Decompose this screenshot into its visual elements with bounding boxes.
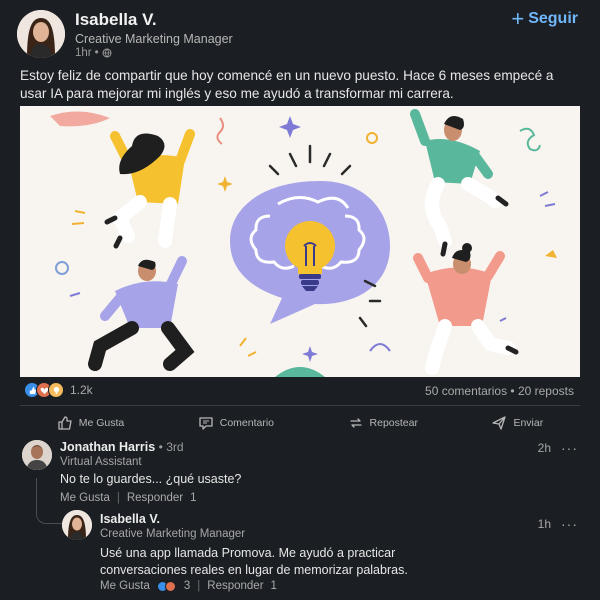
commenter-name-text: Jonathan Harris [60,440,156,454]
comment-text: No te lo guardes... ¿qué usaste? [60,472,242,486]
commenter-avatar[interactable] [22,440,52,470]
reply-text-line1: Usé una app llamada Promova. Me ayudó a … [100,546,396,560]
post-meta: 1hr • [75,47,112,59]
reaction-count: 1.2k [70,383,93,397]
globe-icon [102,48,112,58]
send-label: Enviar [513,417,544,429]
comment-time: 2h [537,441,551,455]
connection-degree: • 3rd [158,440,184,454]
reply-reply-button[interactable]: Responder [207,580,263,592]
like-label: Me Gusta [78,417,125,429]
comment-icon [199,417,213,430]
reactions-summary[interactable]: 1.2k [24,382,93,398]
reply-author-title: Creative Marketing Manager [100,528,246,540]
comment-label: Comentario [219,417,275,429]
more-options-icon[interactable]: ··· [561,440,578,456]
repost-icon [349,418,362,428]
reply-reactions[interactable] [156,580,176,592]
love-reaction-icon [164,580,176,592]
comment-time-row: 2h ··· [538,440,578,456]
reply-author-name[interactable]: Isabella V. [100,512,160,526]
divider [20,405,580,406]
comments-reposts-count[interactable]: 50 comentarios • 20 reposts [425,384,574,398]
reply-actions: Me Gusta 3 | Responder 1 [100,580,277,592]
reply-text: Usé una app llamada Promova. Me ayudó a … [100,545,408,579]
post-image[interactable] [20,106,580,377]
social-counts: 1.2k 50 comentarios • 20 reposts [20,382,580,402]
repost-button[interactable]: Repostear [348,415,418,431]
follow-label: Seguir [528,10,578,27]
author-title: Creative Marketing Manager [75,32,233,46]
thumbs-up-icon [58,416,72,430]
send-button[interactable]: Enviar [491,415,543,431]
commenter-title: Virtual Assistant [60,456,142,468]
author-avatar[interactable] [17,10,65,58]
comment-like-button[interactable]: Me Gusta [60,492,110,504]
post-time: 1hr [75,47,92,59]
comment-reply-button[interactable]: Responder [127,492,183,504]
reply-author-avatar[interactable] [62,510,92,540]
separator: | [116,492,120,504]
illustration [20,106,580,377]
reply-time: 1h [537,517,551,531]
like-button[interactable]: Me Gusta [57,415,125,431]
insightful-reaction-icon [48,382,64,398]
reply-reply-count: 1 [270,580,277,592]
reply-like-count: 3 [183,580,191,592]
plus-icon: + [511,6,525,31]
post-actions: Me Gusta Comentario Repostear Enviar [20,410,580,436]
reply-time-row: 1h ··· [538,516,578,532]
meta-separator: • [94,47,99,59]
reply-count: 1 [190,492,197,504]
repost-label: Repostear [369,417,418,429]
post-text: Estoy feliz de compartir que hoy comencé… [20,68,554,101]
reply-text-line2: conversaciones reales en lugar de memori… [100,563,408,577]
comment-button[interactable]: Comentario [198,415,274,431]
thread-line [36,478,62,524]
comment-actions: Me Gusta | Responder 1 [60,492,197,504]
reply-like-button[interactable]: Me Gusta [100,580,150,592]
follow-button[interactable]: + Seguir [511,6,578,31]
commenter-name[interactable]: Jonathan Harris • 3rd [60,440,184,454]
send-icon [492,416,507,430]
post-header: Isabella V. Creative Marketing Manager 1… [0,0,600,66]
author-name[interactable]: Isabella V. [75,10,157,30]
reply-more-options-icon[interactable]: ··· [561,516,578,532]
separator: | [197,580,201,592]
